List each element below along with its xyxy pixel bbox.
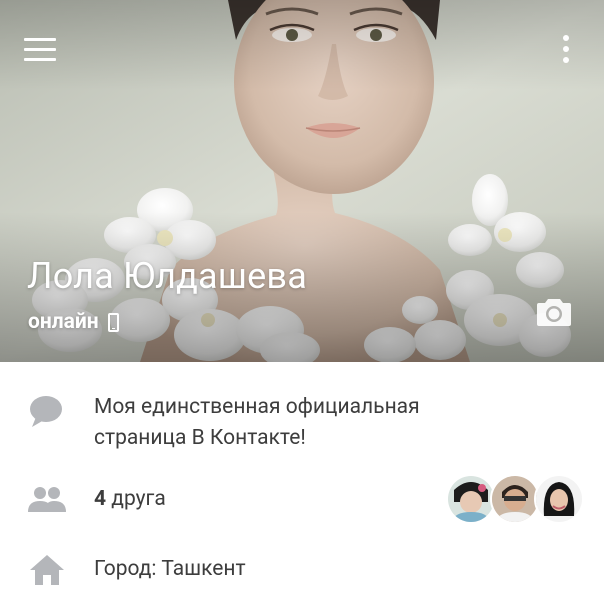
friend-avatar[interactable] (534, 474, 584, 524)
hamburger-menu-icon[interactable] (24, 38, 56, 62)
camera-icon[interactable] (536, 297, 572, 327)
home-icon (30, 555, 64, 585)
city-row: Город: Ташкент (0, 552, 604, 588)
profile-name: Лола Юлдашева (27, 255, 307, 297)
people-icon (28, 487, 66, 512)
mobile-phone-icon (107, 312, 119, 332)
friends-text: 4 друга (94, 484, 166, 515)
vertical-dots-icon[interactable] (558, 34, 574, 66)
friend-avatar[interactable] (490, 474, 540, 524)
about-row: Моя единственная официальная страница В … (0, 392, 604, 458)
friends-label: друга (106, 487, 166, 511)
about-line-2: страница В Контакте! (94, 426, 306, 450)
online-status: онлайн (28, 309, 119, 335)
profile-screen: Лола Юлдашева онлайн Моя единственная оф… (0, 0, 604, 604)
speech-bubble-icon (30, 396, 62, 427)
city-text: Город: Ташкент (94, 557, 246, 581)
about-line-1: Моя единственная официальная (94, 395, 420, 419)
status-text: онлайн (28, 310, 99, 334)
cover-photo[interactable]: Лола Юлдашева онлайн (0, 0, 604, 362)
friends-count: 4 (94, 487, 107, 511)
top-gradient (0, 0, 604, 90)
about-text: Моя единственная официальная страница В … (94, 392, 420, 454)
friend-avatar[interactable] (446, 474, 496, 524)
